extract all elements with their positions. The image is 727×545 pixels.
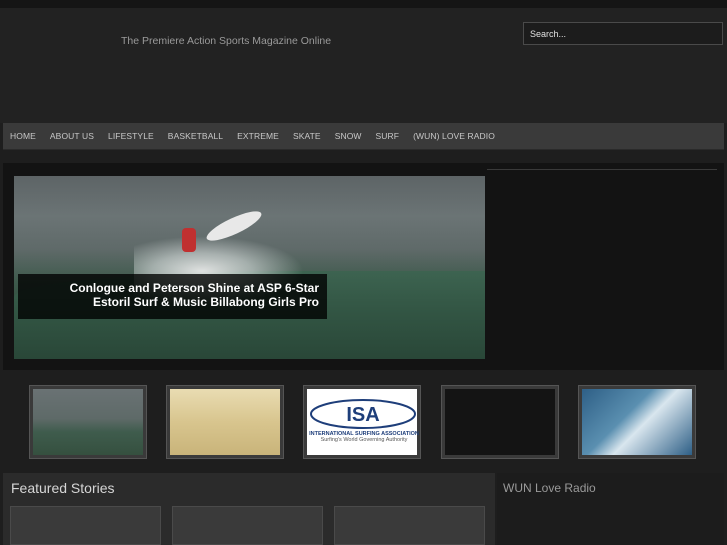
radio-sidebar: WUN Love Radio [497, 473, 724, 545]
top-strip [0, 0, 727, 8]
slider-thumb-2[interactable] [166, 385, 284, 459]
nav-basketball[interactable]: BASKETBALL [168, 131, 223, 141]
nav-home[interactable]: HOME [10, 131, 36, 141]
nav-skate[interactable]: SKATE [293, 131, 321, 141]
thumb-isa-image: ISA INTERNATIONAL SURFING ASSOCIATION Su… [307, 389, 419, 455]
nav-snow[interactable]: SNOW [335, 131, 362, 141]
nav-lifestyle[interactable]: LIFESTYLE [108, 131, 154, 141]
nav-surf[interactable]: SURF [376, 131, 400, 141]
nav-about-us[interactable]: ABOUT US [50, 131, 94, 141]
slider-thumb-4[interactable] [441, 385, 559, 459]
featured-story-card-1[interactable] [10, 506, 161, 545]
slider-caption-line2: Estoril Surf & Music Billabong Girls Pro [92, 295, 319, 309]
slider-caption[interactable]: Conlogue and Peterson Shine at ASP 6-Sta… [18, 274, 327, 319]
featured-story-card-3[interactable] [334, 506, 485, 545]
thumb-wave-image [582, 389, 692, 455]
isa-subtitle: Surfing's World Governing Authority [320, 437, 408, 443]
isa-banner-text: INTERNATIONAL SURFING ASSOCIATION Surfin… [309, 431, 419, 443]
slider-thumb-3[interactable]: ISA INTERNATIONAL SURFING ASSOCIATION Su… [303, 385, 421, 459]
thumb-flyer-image [170, 389, 280, 455]
radio-sidebar-title: WUN Love Radio [503, 481, 596, 495]
nav-wun-love-radio[interactable]: (WUN) LOVE RADIO [413, 131, 495, 141]
nav-extreme[interactable]: EXTREME [237, 131, 279, 141]
hero-surfer-shape [182, 228, 196, 252]
main-nav: HOME ABOUT US LIFESTYLE BASKETBALL EXTRE… [3, 123, 724, 150]
site-tagline: The Premiere Action Sports Magazine Onli… [121, 35, 332, 47]
search-input[interactable] [523, 22, 723, 45]
thumb-surf-image [33, 389, 143, 455]
slider-thumb-1[interactable] [29, 385, 147, 459]
thumb-dark-image [445, 389, 555, 455]
slider-thumb-5[interactable] [578, 385, 696, 459]
isa-logo-icon: ISA [310, 399, 416, 429]
featured-stories-title: Featured Stories [11, 480, 115, 496]
isa-logo-text: ISA [346, 404, 379, 426]
slider-caption-line1: Conlogue and Peterson Shine at ASP 6-Sta… [69, 281, 319, 295]
slider-divider [487, 169, 717, 170]
featured-story-card-2[interactable] [172, 506, 323, 545]
slider-hero-image[interactable] [14, 176, 485, 359]
